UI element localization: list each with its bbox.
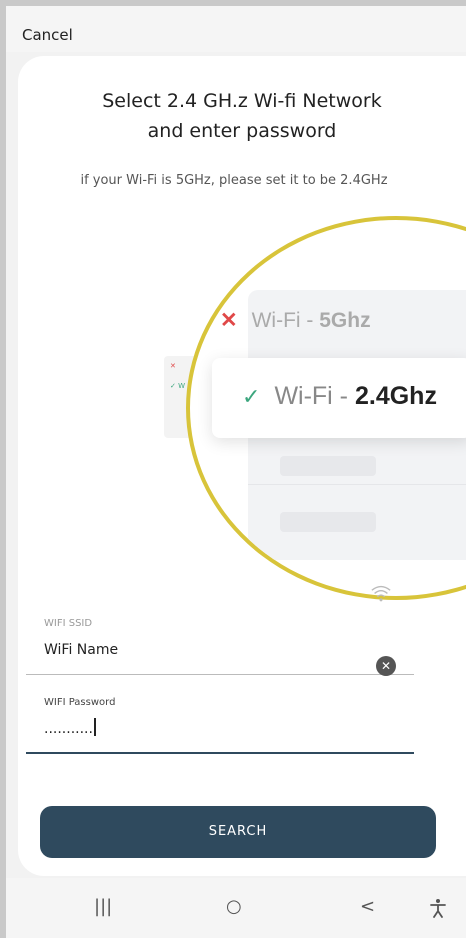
back-icon[interactable]: < (360, 896, 375, 917)
home-icon[interactable]: ○ (226, 896, 242, 917)
password-label: WIFI Password (44, 697, 116, 708)
wifi-24ghz-band: 2.4Ghz (354, 382, 437, 410)
android-nav-bar: ||| ○ < (6, 878, 466, 938)
mini-check-row: ✓ W (170, 382, 186, 390)
placeholder-bar (280, 512, 376, 532)
placeholder-bar (280, 456, 376, 476)
password-value: ........... (44, 721, 93, 737)
page-title: Select 2.4 GH.z Wi-fi Network and enter … (102, 90, 382, 142)
password-field[interactable]: ........... (44, 718, 96, 737)
wifi-24ghz-prefix: Wi-Fi - (274, 382, 355, 410)
recents-icon[interactable]: ||| (94, 896, 112, 917)
top-bar: Cancel (6, 6, 466, 52)
wifi-5ghz-prefix: Wi-Fi - (251, 309, 320, 332)
page-subtitle: if your Wi-Fi is 5GHz, please set it to … (80, 173, 388, 188)
divider (248, 484, 466, 485)
accessibility-icon[interactable] (430, 898, 446, 918)
magnified-wifi-illustration: ✕ Wi-Fi - 5Ghz ✓ Wi-Fi - 2.4Ghz (186, 216, 466, 600)
x-icon: ✕ (220, 309, 238, 332)
wifi-24ghz-row: ✓ Wi-Fi - 2.4Ghz (212, 358, 466, 438)
search-button[interactable]: SEARCH (40, 806, 436, 858)
text-caret (93, 718, 96, 736)
ssid-underline (26, 674, 414, 675)
check-icon: ✓ (242, 384, 261, 409)
wifi-icon (371, 585, 391, 602)
mini-x-mark: ✕ (170, 362, 176, 370)
ssid-label: WIFI SSID (44, 618, 93, 629)
close-circle-icon[interactable]: ✕ (376, 656, 396, 676)
ssid-field[interactable]: WiFi Name (44, 642, 118, 658)
cancel-button[interactable]: Cancel (22, 26, 73, 44)
wifi-5ghz-row: ✕ Wi-Fi - 5Ghz (220, 308, 450, 333)
wifi-5ghz-band: 5Ghz (319, 309, 371, 332)
password-underline (26, 752, 414, 754)
